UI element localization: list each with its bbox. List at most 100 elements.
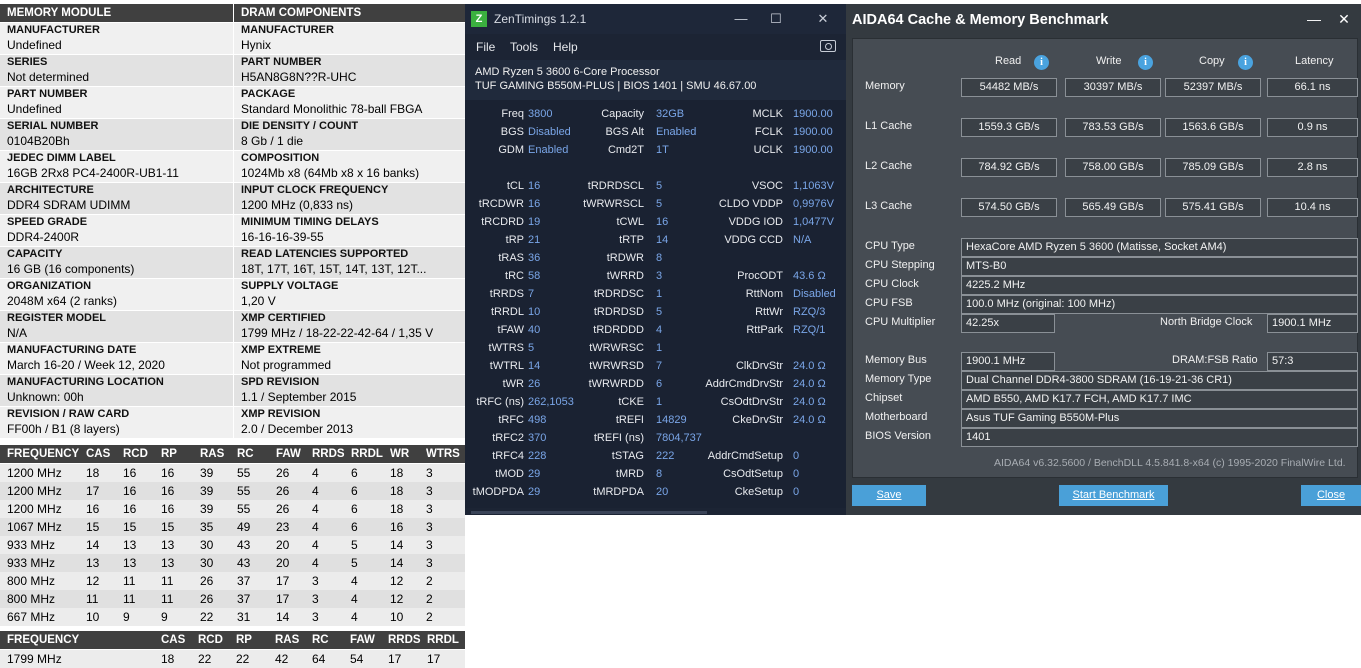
table-cell: 17 [388,652,402,666]
motherboard-value: Asus TUF Gaming B550M-Plus [961,409,1358,428]
copy-result: 575.41 GB/s [1165,198,1261,217]
timing-value: 1 [656,342,663,354]
start-benchmark-button[interactable]: Start Benchmark [1059,485,1168,506]
table-cell: 3 [426,520,433,534]
timing-label: CsOdtDrvStr [720,396,783,408]
spd-header: MEMORY MODULE DRAM COMPONENTS [0,4,465,22]
table-row: 933 MHz 14 13 13 30 43 20 4 5 14 3 [0,536,465,554]
timing-label: tRFC2 [492,432,524,444]
table-cell: 16 [123,466,137,480]
timing-row: tRAS 36 tRDWR 8 [465,249,846,267]
bench-row: L3 Cache 574.50 GB/s 565.49 GB/s 575.41 GB/… [846,198,1361,218]
cpu-fsb-value: 100.0 MHz (original: 100 MHz) [961,295,1358,314]
module-field-value: DDR4 SDRAM UDIMM [7,198,131,212]
table-cell: 4 [312,484,319,498]
close-icon[interactable]: ✕ [1334,8,1354,30]
module-cell: MANUFACTURING LOCATION Unknown: 00h [0,375,233,406]
timing-value: 3 [656,270,663,282]
timing-value: 7 [656,360,663,372]
memory-type-value: Dual Channel DDR4-3800 SDRAM (16-19-21-3… [961,371,1358,390]
table-cell: 30 [200,538,214,552]
timing-row: tRCDRD 19 tCWL 16 VDDG IOD 1,0477V [465,213,846,231]
timing-row: BGS Disabled BGS Alt Enabled FCLK 1900.00 [465,123,846,141]
timing-row: GDM Enabled Cmd2T 1T UCLK 1900.00 [465,141,846,159]
table-cell: 9 [161,610,168,624]
spd-info-row: JEDEC DIMM LABEL 16GB 2Rx8 PC4-2400R-UB1-… [0,151,465,183]
read-info-icon[interactable]: i [1034,55,1049,70]
memory-type-row: Memory Type Dual Channel DDR4-3800 SDRAM… [846,371,1361,391]
dram-field-label: XMP EXTREME [241,344,321,356]
table-cell: 4 [312,556,319,570]
timing-label: CkeDrvStr [732,414,783,426]
table-cell: 2 [426,610,433,624]
minimize-icon[interactable]: — [729,9,753,29]
timing-label: tWTRS [488,342,524,354]
timing-label: tRAS [498,252,524,264]
menu-help[interactable]: Help [553,40,578,54]
module-field-label: MANUFACTURING LOCATION [7,376,164,388]
timing-value: 20 [656,486,669,498]
timing-value: 24.0 Ω [793,378,826,390]
table-cell: 3 [312,592,319,606]
cpu-clock-value: 4225.2 MHz [961,276,1358,295]
table-row: 1799 MHz 18 22 22 42 64 54 17 17 [0,650,465,668]
bench-row-label: Memory [865,80,905,92]
cpu-stepping-value: MTS-B0 [961,257,1358,276]
timing-label: tMRDPDA [593,486,644,498]
table-cell: 22 [200,610,214,624]
timing-label: tSTAG [611,450,644,462]
table-cell: 667 MHz [7,610,56,624]
dram-cell: PACKAGE Standard Monolithic 78-ball FBGA [234,87,465,118]
maximize-icon[interactable]: ☐ [764,9,788,29]
memory-type-label: Memory Type [865,373,932,385]
table-cell: 55 [237,502,251,516]
latency-result: 2.8 ns [1267,158,1358,177]
timing-value: N/A [793,234,812,246]
timing-value: 8 [656,468,663,480]
dram-cell: READ LATENCIES SUPPORTED 18T, 17T, 16T, 1… [234,247,465,278]
menu-tools[interactable]: Tools [510,40,538,54]
close-button[interactable]: Close [1301,485,1361,506]
dram-cell: SPD REVISION 1.1 / September 2015 [234,375,465,406]
table-cell: 14 [276,610,290,624]
cpu-type-label: CPU Type [865,240,915,252]
table-cell: 6 [351,520,358,534]
save-button[interactable]: Save [852,485,926,506]
bench-row: L2 Cache 784.92 GB/s 758.00 GB/s 785.09 GB/… [846,158,1361,178]
table-cell: 3 [426,502,433,516]
table-cell: 1799 MHz [7,652,62,666]
table-cell: 10 [86,610,100,624]
table-cell: 18 [390,502,404,516]
screenshot-camera-icon[interactable] [820,40,836,52]
timing-label: tWRWRSD [589,360,644,372]
table-cell: 6 [351,502,358,516]
close-icon[interactable]: ✕ [811,9,835,29]
table-cell: 37 [237,592,251,606]
timing-label: tRCDWR [478,198,524,210]
timing-value: 0 [793,468,800,480]
horizontal-scrollbar[interactable] [471,511,707,514]
dram-field-label: INPUT CLOCK FREQUENCY [241,184,389,196]
timing-value: 43.6 Ω [793,270,826,282]
dram-field-value: 1024Mb x8 (64Mb x8 x 16 banks) [241,166,420,180]
module-field-value: N/A [7,326,28,340]
menu-file[interactable]: File [476,40,495,54]
module-cell: CAPACITY 16 GB (16 components) [0,247,233,278]
module-field-value: FF00h / B1 (8 layers) [7,422,120,436]
timing-label: CLDO VDDP [718,198,783,210]
table-cell: 11 [123,592,136,606]
table-row: 800 MHz 12 11 11 26 37 17 3 4 12 2 [0,572,465,590]
copy-info-icon[interactable]: i [1238,55,1253,70]
table-cell: 16 [390,520,404,534]
minimize-icon[interactable]: — [1304,8,1324,30]
table-cell: 3 [312,610,319,624]
timing-label: tWRWRSC [589,342,644,354]
column-header: FAW [276,448,301,460]
timing-row: tMODPDA 29 tMRDPDA 20 CkeSetup 0 [465,483,846,501]
cpu-fsb-label: CPU FSB [865,297,913,309]
write-info-icon[interactable]: i [1138,55,1153,70]
column-header: RP [161,448,177,460]
timing-row [465,159,846,177]
column-header: RP [236,634,252,646]
table-cell: 800 MHz [7,592,56,606]
